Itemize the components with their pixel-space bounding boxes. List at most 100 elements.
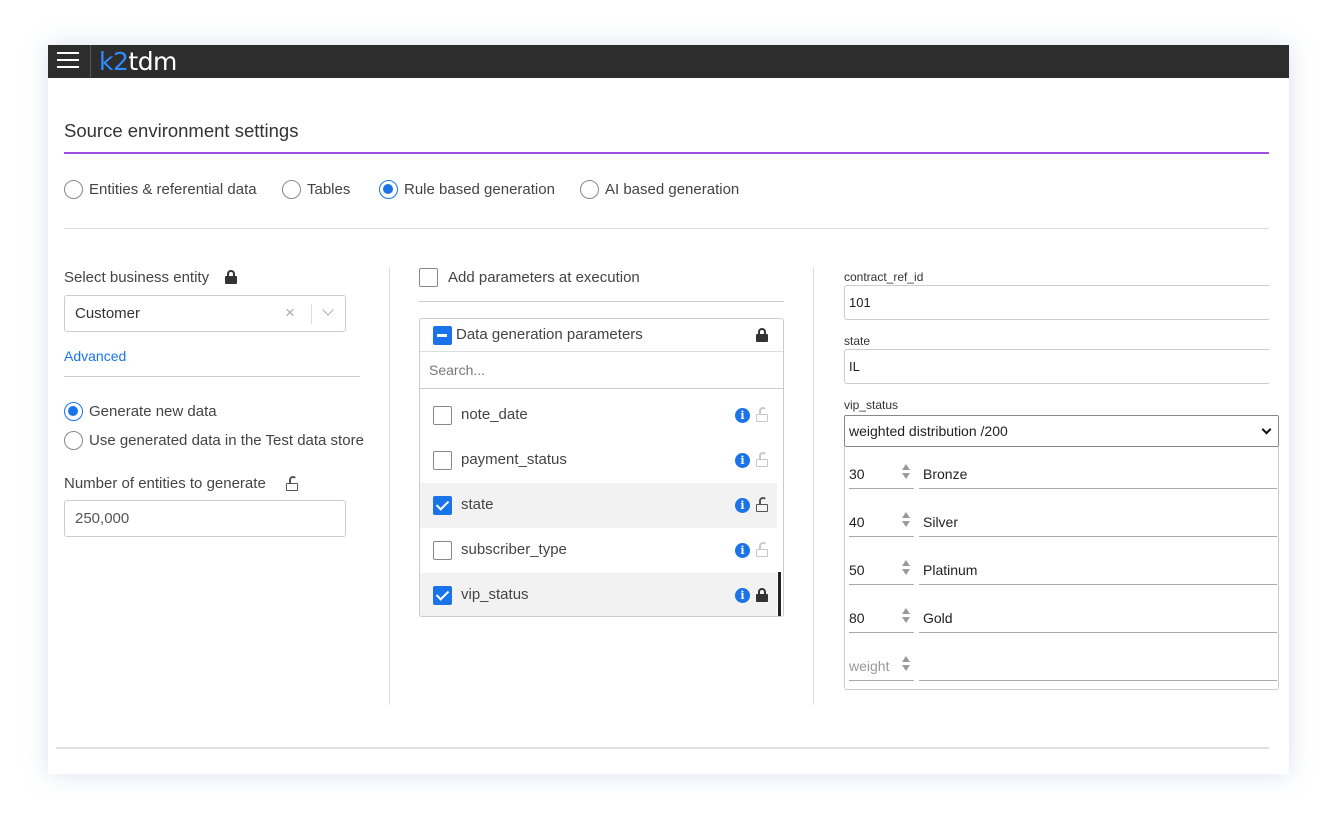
- param-name: state: [461, 496, 494, 513]
- chevron-down-icon[interactable]: [321, 304, 335, 318]
- info-icon[interactable]: i: [735, 408, 750, 423]
- param-row-subscriber-type[interactable]: subscriber_type i: [420, 528, 777, 573]
- param-name: subscriber_type: [461, 541, 567, 558]
- radio-label: AI based generation: [605, 181, 740, 198]
- radio-label: Generate new data: [89, 403, 217, 420]
- stepper-icon[interactable]: [902, 656, 912, 672]
- panel-header: Data generation parameters: [420, 319, 783, 352]
- info-icon[interactable]: i: [735, 453, 750, 468]
- state-label: state: [844, 334, 871, 348]
- radio-circle[interactable]: [580, 180, 599, 199]
- param-checkbox[interactable]: [433, 451, 452, 470]
- lock-icon: [225, 270, 237, 284]
- radio-tables[interactable]: Tables: [282, 180, 350, 199]
- radio-circle[interactable]: [282, 180, 301, 199]
- param-search-input[interactable]: Search...: [420, 352, 783, 389]
- info-icon[interactable]: i: [735, 543, 750, 558]
- entity-count-input[interactable]: 250,000: [64, 500, 346, 537]
- unlock-icon[interactable]: [756, 407, 768, 422]
- top-bar: k2tdm: [48, 45, 1289, 78]
- info-icon[interactable]: i: [735, 588, 750, 603]
- radio-label: Entities & referential data: [89, 181, 257, 198]
- weight-row: 50 Platinum: [845, 549, 1278, 589]
- unlock-icon[interactable]: [756, 542, 768, 557]
- left-divider: [64, 376, 360, 377]
- select-all-checkbox[interactable]: [433, 326, 452, 345]
- middle-divider: [419, 301, 784, 302]
- contract-ref-id-input[interactable]: 101: [844, 285, 1269, 320]
- app-window: k2tdm Source environment settings Entiti…: [48, 45, 1289, 774]
- param-row-payment-status[interactable]: payment_status i: [420, 438, 777, 483]
- column-divider-right: [813, 267, 814, 705]
- k2tdm-logo: k2tdm: [99, 48, 177, 76]
- param-checkbox[interactable]: [433, 586, 452, 605]
- param-checkbox[interactable]: [433, 541, 452, 560]
- contract-ref-id-label: contract_ref_id: [844, 270, 924, 284]
- stepper-icon[interactable]: [902, 608, 912, 624]
- entity-count-label: Number of entities to generate: [64, 475, 266, 492]
- title-underline: [64, 152, 1269, 154]
- panel-scrollbar[interactable]: [778, 572, 781, 616]
- lock-icon[interactable]: [756, 588, 768, 602]
- radio-use-generated-data[interactable]: Use generated data in the Test data stor…: [64, 431, 364, 450]
- column-divider-left: [389, 267, 390, 705]
- radio-label: Rule based generation: [404, 181, 555, 198]
- info-icon[interactable]: i: [735, 498, 750, 513]
- weight-value-input-empty[interactable]: [919, 651, 1277, 681]
- param-row-state[interactable]: state i: [420, 483, 777, 528]
- logo-suffix: tdm: [128, 47, 177, 76]
- logo-prefix: k2: [99, 47, 129, 76]
- chevron-down-icon[interactable]: [1261, 424, 1272, 435]
- radio-label: Tables: [307, 181, 351, 198]
- panel-title: Data generation parameters: [456, 326, 643, 343]
- radio-circle[interactable]: [64, 180, 83, 199]
- vip-status-label: vip_status: [844, 398, 899, 412]
- weight-row: 40 Silver: [845, 501, 1278, 541]
- param-name: payment_status: [461, 451, 567, 468]
- stepper-icon[interactable]: [902, 464, 912, 480]
- radio-circle[interactable]: [64, 402, 83, 421]
- data-generation-parameters-panel: Data generation parameters Search... not…: [419, 318, 784, 617]
- footer-divider: [56, 747, 1269, 749]
- unlock-icon[interactable]: [756, 452, 768, 467]
- weights-list: 30 Bronze 40 Silver 50 Platinum 80 Gold …: [844, 447, 1279, 690]
- advanced-link[interactable]: Advanced: [64, 348, 126, 364]
- param-name: vip_status: [461, 586, 529, 603]
- business-entity-select[interactable]: Customer ×: [64, 295, 346, 332]
- clear-icon[interactable]: ×: [285, 303, 295, 323]
- unlock-icon[interactable]: [286, 476, 298, 491]
- dropdown-value: weighted distribution /200: [849, 423, 1008, 439]
- section-divider: [64, 228, 1269, 229]
- radio-circle[interactable]: [379, 180, 398, 199]
- select-divider: [311, 304, 312, 324]
- param-row-note-date[interactable]: note_date i: [420, 393, 777, 438]
- unlock-icon[interactable]: [756, 497, 768, 512]
- radio-entities-referential[interactable]: Entities & referential data: [64, 180, 257, 199]
- add-params-checkbox[interactable]: [419, 268, 438, 287]
- business-entity-label: Select business entity: [64, 269, 210, 286]
- weight-row: 80 Gold: [845, 597, 1278, 637]
- weight-row: 30 Bronze: [845, 453, 1278, 493]
- param-checkbox[interactable]: [433, 496, 452, 515]
- weight-value-input[interactable]: Bronze: [919, 459, 1277, 489]
- page-title: Source environment settings: [64, 120, 299, 141]
- stepper-icon[interactable]: [902, 512, 912, 528]
- vip-status-dropdown[interactable]: weighted distribution /200: [844, 415, 1279, 447]
- logo-divider: [90, 45, 91, 78]
- radio-generate-new-data[interactable]: Generate new data: [64, 402, 217, 421]
- weight-row-new: weight: [845, 645, 1278, 685]
- business-entity-value: Customer: [75, 305, 141, 322]
- radio-circle[interactable]: [64, 431, 83, 450]
- radio-rule-based-generation[interactable]: Rule based generation: [379, 180, 555, 199]
- weight-value-input[interactable]: Platinum: [919, 555, 1277, 585]
- param-name: note_date: [461, 406, 528, 423]
- state-input[interactable]: IL: [844, 349, 1269, 384]
- menu-icon[interactable]: [57, 52, 79, 70]
- weight-value-input[interactable]: Gold: [919, 603, 1277, 633]
- radio-ai-based-generation[interactable]: AI based generation: [580, 180, 739, 199]
- param-row-vip-status[interactable]: vip_status i: [420, 573, 777, 616]
- weight-value-input[interactable]: Silver: [919, 507, 1277, 537]
- stepper-icon[interactable]: [902, 560, 912, 576]
- param-checkbox[interactable]: [433, 406, 452, 425]
- add-params-label: Add parameters at execution: [448, 269, 640, 286]
